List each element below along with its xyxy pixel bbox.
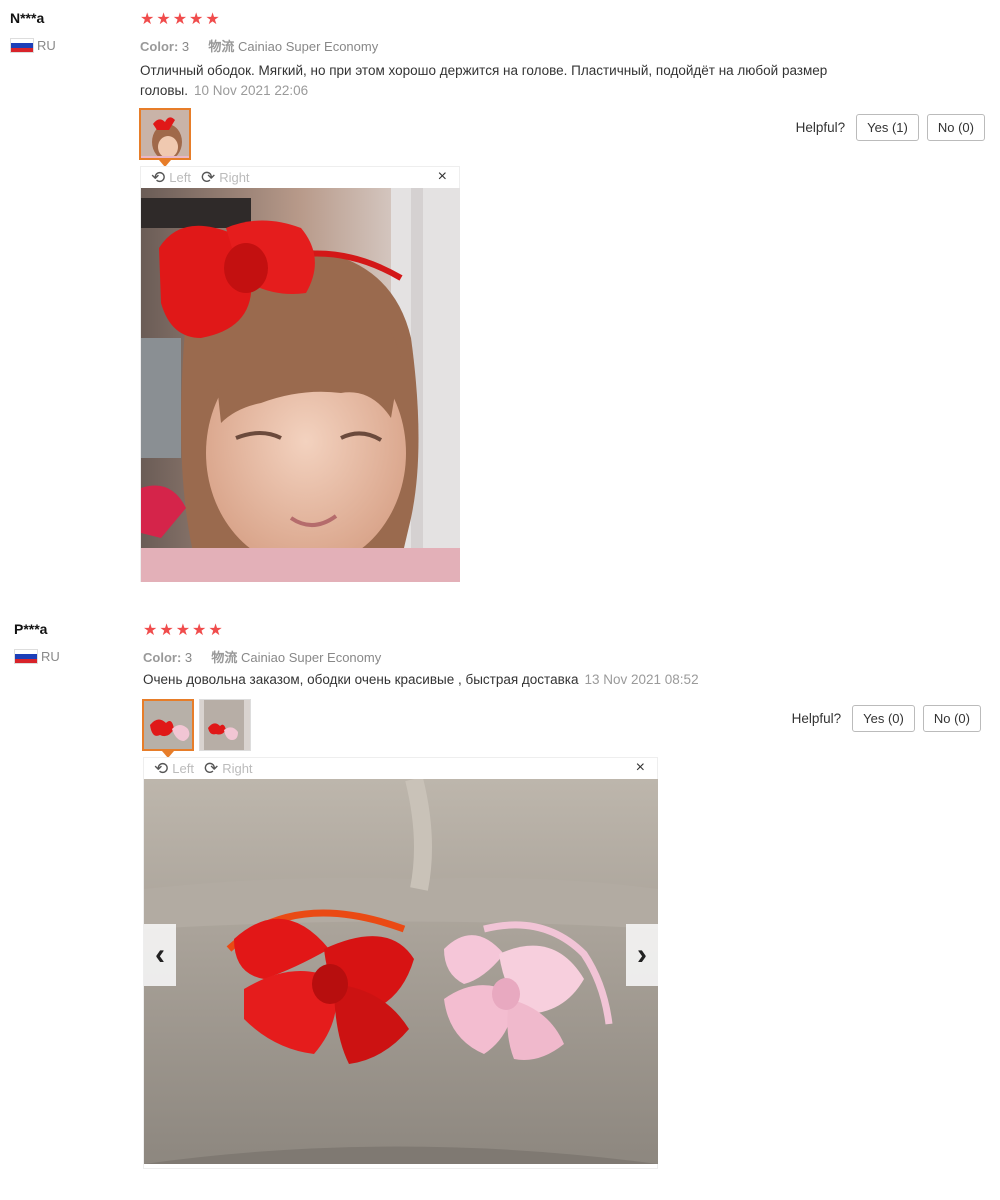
helpful-voting: Helpful? Yes (1) No (0) <box>796 114 985 141</box>
review-photo <box>141 188 460 582</box>
review-meta: Color: 3 物流 Cainiao Super Economy <box>140 36 378 55</box>
viewer-toolbar: ⟲ Left ⟳ Right × <box>141 167 459 188</box>
review-date: 10 Nov 2021 22:06 <box>194 83 309 98</box>
star-icon: ★ <box>175 622 191 639</box>
logistics-value: Cainiao Super Economy <box>241 650 382 665</box>
review-photo: ‹ › <box>144 779 658 1164</box>
reviewer-country: RU <box>10 38 56 53</box>
rotate-right-label: Right <box>222 761 253 776</box>
reviewer-name: N***a <box>10 10 45 26</box>
photo-thumbnail[interactable] <box>199 699 251 751</box>
star-icon: ★ <box>189 11 204 28</box>
photo-thumbnail[interactable] <box>142 699 194 751</box>
color-label: Color: <box>140 39 179 54</box>
review-meta: Color: 3 物流 Cainiao Super Economy <box>143 647 381 666</box>
review-text: Очень довольна заказом, ободки очень кра… <box>143 672 579 687</box>
color-value: 3 <box>184 650 193 665</box>
color-value: 3 <box>181 39 190 54</box>
russia-flag-icon <box>10 38 34 53</box>
review-date: 13 Nov 2021 08:52 <box>584 672 699 687</box>
next-photo-button[interactable]: › <box>626 924 658 986</box>
review-text-block: Отличный ободок. Мягкий, но при этом хор… <box>140 61 885 101</box>
review-1: N***a RU ★ ★ ★ ★ ★ Color: 3 物流 Cainiao S… <box>0 0 1000 600</box>
reviewer-country: RU <box>14 649 60 664</box>
rotate-right-icon: ⟳ <box>200 168 216 187</box>
review-text-block: Очень довольна заказом, ободки очень кра… <box>143 670 888 690</box>
star-icon: ★ <box>172 11 188 28</box>
review-2: P***a RU ★ ★ ★ ★ ★ Color: 3 物流 Cainiao S… <box>0 610 1000 1200</box>
girl-photo-thumb <box>141 110 189 158</box>
rotate-right-label: Right <box>219 170 250 185</box>
star-icon: ★ <box>156 11 171 28</box>
rotate-right-button[interactable]: ⟳ Right <box>204 760 253 777</box>
photo-thumbnail[interactable] <box>139 108 191 160</box>
photo-viewer: ⟲ Left ⟳ Right × <box>140 166 460 582</box>
rotate-left-icon: ⟲ <box>151 168 166 187</box>
red-and-pink-bow-headbands-photo <box>144 779 658 1164</box>
helpful-no-button[interactable]: No (0) <box>922 705 981 732</box>
close-icon[interactable]: × <box>636 759 645 777</box>
rotate-right-button[interactable]: ⟳ Right <box>201 169 250 186</box>
star-icon: ★ <box>208 622 223 639</box>
star-icon: ★ <box>192 622 207 639</box>
star-icon: ★ <box>143 622 158 639</box>
previous-photo-button[interactable]: ‹ <box>144 924 176 986</box>
bows-photo-thumb-2 <box>200 700 250 750</box>
star-icon: ★ <box>205 11 220 28</box>
rotate-left-label: Left <box>169 170 191 185</box>
logistics-label: 物流 <box>208 39 235 54</box>
country-code: RU <box>37 38 56 53</box>
star-icon: ★ <box>159 622 174 639</box>
rotate-left-button[interactable]: ⟲ Left <box>151 169 191 186</box>
girl-with-red-bow-photo <box>141 188 460 582</box>
rotate-left-icon: ⟲ <box>154 759 169 778</box>
star-rating: ★ ★ ★ ★ ★ <box>143 623 223 639</box>
color-label: Color: <box>143 650 182 665</box>
helpful-voting: Helpful? Yes (0) No (0) <box>792 705 981 732</box>
viewer-toolbar: ⟲ Left ⟳ Right × <box>144 758 657 779</box>
star-icon: ★ <box>140 11 155 28</box>
close-icon[interactable]: × <box>438 168 447 186</box>
reviewer-name: P***a <box>14 621 48 637</box>
russia-flag-icon <box>14 649 38 664</box>
helpful-yes-button[interactable]: Yes (1) <box>856 114 919 141</box>
country-code: RU <box>41 649 60 664</box>
bows-photo-thumb-1 <box>144 701 192 749</box>
star-rating: ★ ★ ★ ★ ★ <box>140 12 220 28</box>
rotate-right-icon: ⟳ <box>203 759 219 778</box>
logistics-value: Cainiao Super Economy <box>238 39 379 54</box>
logistics-label: 物流 <box>211 650 238 665</box>
rotate-left-label: Left <box>172 761 194 776</box>
photo-viewer: ⟲ Left ⟳ Right × <box>143 757 658 1169</box>
rotate-left-button[interactable]: ⟲ Left <box>154 760 194 777</box>
helpful-label: Helpful? <box>791 711 842 726</box>
helpful-yes-button[interactable]: Yes (0) <box>852 705 915 732</box>
helpful-no-button[interactable]: No (0) <box>926 114 985 141</box>
helpful-label: Helpful? <box>795 120 846 135</box>
